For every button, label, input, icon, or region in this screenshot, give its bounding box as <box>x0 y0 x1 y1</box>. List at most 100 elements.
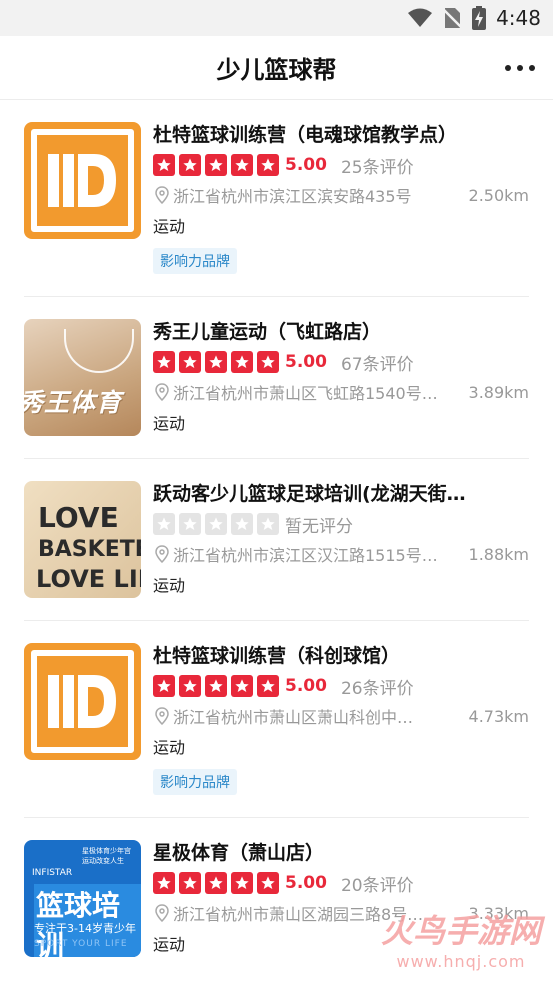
venue-thumbnail: LOVE BASKETE LOVE LIFE <box>24 481 141 598</box>
thumbnail-text: 运动改变人生 <box>82 857 124 865</box>
star-icon <box>205 872 227 894</box>
thumbnail-text: BASKETE <box>38 537 141 562</box>
venue-name[interactable]: 星极体育（萧山店） <box>153 840 529 866</box>
venue-info: 杜特篮球训练营（电魂球馆教学点） 5.00 25条评价 浙江省杭州市滨江区滨安路… <box>153 122 529 274</box>
star-rating <box>153 675 279 697</box>
location-pin-icon <box>155 707 169 725</box>
rating-score: 5.00 <box>285 676 327 696</box>
list-item[interactable]: 秀王体育 秀王儿童运动（飞虹路店） 5.00 67条评价 浙江省杭州市萧山区飞虹… <box>24 297 529 459</box>
star-empty-icon <box>153 513 175 535</box>
venue-distance: 2.50km <box>468 185 529 205</box>
venue-name[interactable]: 杜特篮球训练营（科创球馆） <box>153 643 529 669</box>
star-rating <box>153 513 279 535</box>
star-rating <box>153 154 279 176</box>
brand-name: INFISTAR <box>32 868 73 878</box>
star-rating <box>153 351 279 373</box>
location-pin-icon <box>155 545 169 563</box>
venue-info: 跃动客少儿篮球足球培训(龙湖天街… 暂无评分 浙江省杭州市滨江区汉江路1515号… <box>153 481 529 598</box>
brand-badge: 影响力品牌 <box>153 769 237 795</box>
venue-info: 杜特篮球训练营（科创球馆） 5.00 26条评价 浙江省杭州市萧山区萧山科创中…… <box>153 643 529 795</box>
rating-row: 5.00 67条评价 <box>153 351 529 375</box>
battery-charging-icon <box>472 6 487 30</box>
location-pin-icon <box>155 383 169 401</box>
star-icon <box>153 351 175 373</box>
rating-score: 5.00 <box>285 873 327 893</box>
venue-thumbnail <box>24 643 141 760</box>
dot-icon <box>529 65 535 71</box>
list-item[interactable]: LOVE BASKETE LOVE LIFE 跃动客少儿篮球足球培训(龙湖天街…… <box>24 459 529 621</box>
venue-thumbnail <box>24 122 141 239</box>
address-row: 浙江省杭州市滨江区滨安路435号 2.50km <box>153 184 529 206</box>
venue-name[interactable]: 杜特篮球训练营（电魂球馆教学点） <box>153 122 529 148</box>
star-empty-icon <box>231 513 253 535</box>
star-icon <box>257 351 279 373</box>
venue-address: 浙江省杭州市萧山区飞虹路1540号… <box>173 384 438 403</box>
star-icon <box>257 675 279 697</box>
review-count: 67条评价 <box>340 354 414 375</box>
venue-thumbnail: 星极体育少年宫 运动改变人生 INFISTAR 篮球培训 专注于3-14岁青少年 … <box>24 840 141 957</box>
venue-category: 运动 <box>153 738 186 757</box>
venue-address: 浙江省杭州市萧山区萧山科创中… <box>173 708 414 727</box>
status-bar: 4:48 <box>0 0 553 36</box>
venue-address: 浙江省杭州市滨江区汉江路1515号… <box>173 546 438 565</box>
thumbnail-text: LOVE <box>38 501 119 534</box>
brand-badge: 影响力品牌 <box>153 248 237 274</box>
star-icon <box>205 675 227 697</box>
review-count: 25条评价 <box>340 157 414 178</box>
list-item[interactable]: 杜特篮球训练营（电魂球馆教学点） 5.00 25条评价 浙江省杭州市滨江区滨安路… <box>24 100 529 297</box>
thumbnail-text: 秀王体育 <box>24 388 123 417</box>
watermark-logo-text: 火鸟手游网 <box>380 912 541 950</box>
rating-row: 5.00 20条评价 <box>153 872 529 896</box>
star-icon <box>179 154 201 176</box>
review-count: 20条评价 <box>340 875 414 896</box>
address-row: 浙江省杭州市滨江区汉江路1515号… 1.88km <box>153 543 529 565</box>
wifi-icon <box>408 8 433 28</box>
star-icon <box>231 154 253 176</box>
more-menu-button[interactable] <box>505 56 535 80</box>
location-pin-icon <box>155 904 169 922</box>
rating-row: 暂无评分 <box>153 513 529 537</box>
thumbnail-subtitle: 专注于3-14岁青少年 <box>34 922 136 935</box>
star-icon <box>231 872 253 894</box>
address-row: 浙江省杭州市萧山区飞虹路1540号… 3.89km <box>153 381 529 403</box>
star-empty-icon <box>179 513 201 535</box>
star-empty-icon <box>257 513 279 535</box>
venue-distance: 1.88km <box>468 544 529 564</box>
rating-score: 5.00 <box>285 155 327 175</box>
venue-distance: 3.89km <box>468 382 529 402</box>
thumbnail-text: 星极体育少年宫 <box>82 847 131 855</box>
app-bar: 少儿篮球帮 <box>0 36 553 100</box>
review-count: 26条评价 <box>340 678 414 699</box>
star-icon <box>231 675 253 697</box>
list-item[interactable]: 杜特篮球训练营（科创球馆） 5.00 26条评价 浙江省杭州市萧山区萧山科创中…… <box>24 621 529 818</box>
venue-name[interactable]: 跃动客少儿篮球足球培训(龙湖天街… <box>153 481 529 507</box>
page-title: 少儿篮球帮 <box>216 56 337 84</box>
venue-name[interactable]: 秀王儿童运动（飞虹路店） <box>153 319 529 345</box>
venue-info: 秀王儿童运动（飞虹路店） 5.00 67条评价 浙江省杭州市萧山区飞虹路1540… <box>153 319 529 436</box>
star-rating <box>153 872 279 894</box>
address-row: 浙江省杭州市萧山区萧山科创中… 4.73km <box>153 705 529 727</box>
rating-row: 5.00 25条评价 <box>153 154 529 178</box>
dot-icon <box>505 65 511 71</box>
star-icon <box>257 154 279 176</box>
venue-distance: 4.73km <box>468 706 529 726</box>
no-sim-icon <box>442 7 462 29</box>
star-icon <box>257 872 279 894</box>
rating-score: 5.00 <box>285 352 327 372</box>
star-icon <box>205 154 227 176</box>
thumbnail-slogan: SPORT YOUR LIFE <box>34 939 128 949</box>
dot-icon <box>517 65 523 71</box>
brand-logo-icon <box>48 154 116 207</box>
brand-logo-icon <box>48 675 116 728</box>
venue-list: 杜特篮球训练营（电魂球馆教学点） 5.00 25条评价 浙江省杭州市滨江区滨安路… <box>0 100 553 979</box>
star-empty-icon <box>205 513 227 535</box>
venue-category: 运动 <box>153 576 186 595</box>
thumbnail-text: 星极体育少年宫 运动改变人生 <box>82 846 131 866</box>
basketball-hoop-icon <box>64 329 134 373</box>
location-pin-icon <box>155 186 169 204</box>
venue-address: 浙江省杭州市滨江区滨安路435号 <box>173 187 412 206</box>
star-icon <box>153 154 175 176</box>
thumbnail-text: LOVE LIFE <box>36 565 141 593</box>
star-icon <box>231 351 253 373</box>
star-icon <box>179 872 201 894</box>
